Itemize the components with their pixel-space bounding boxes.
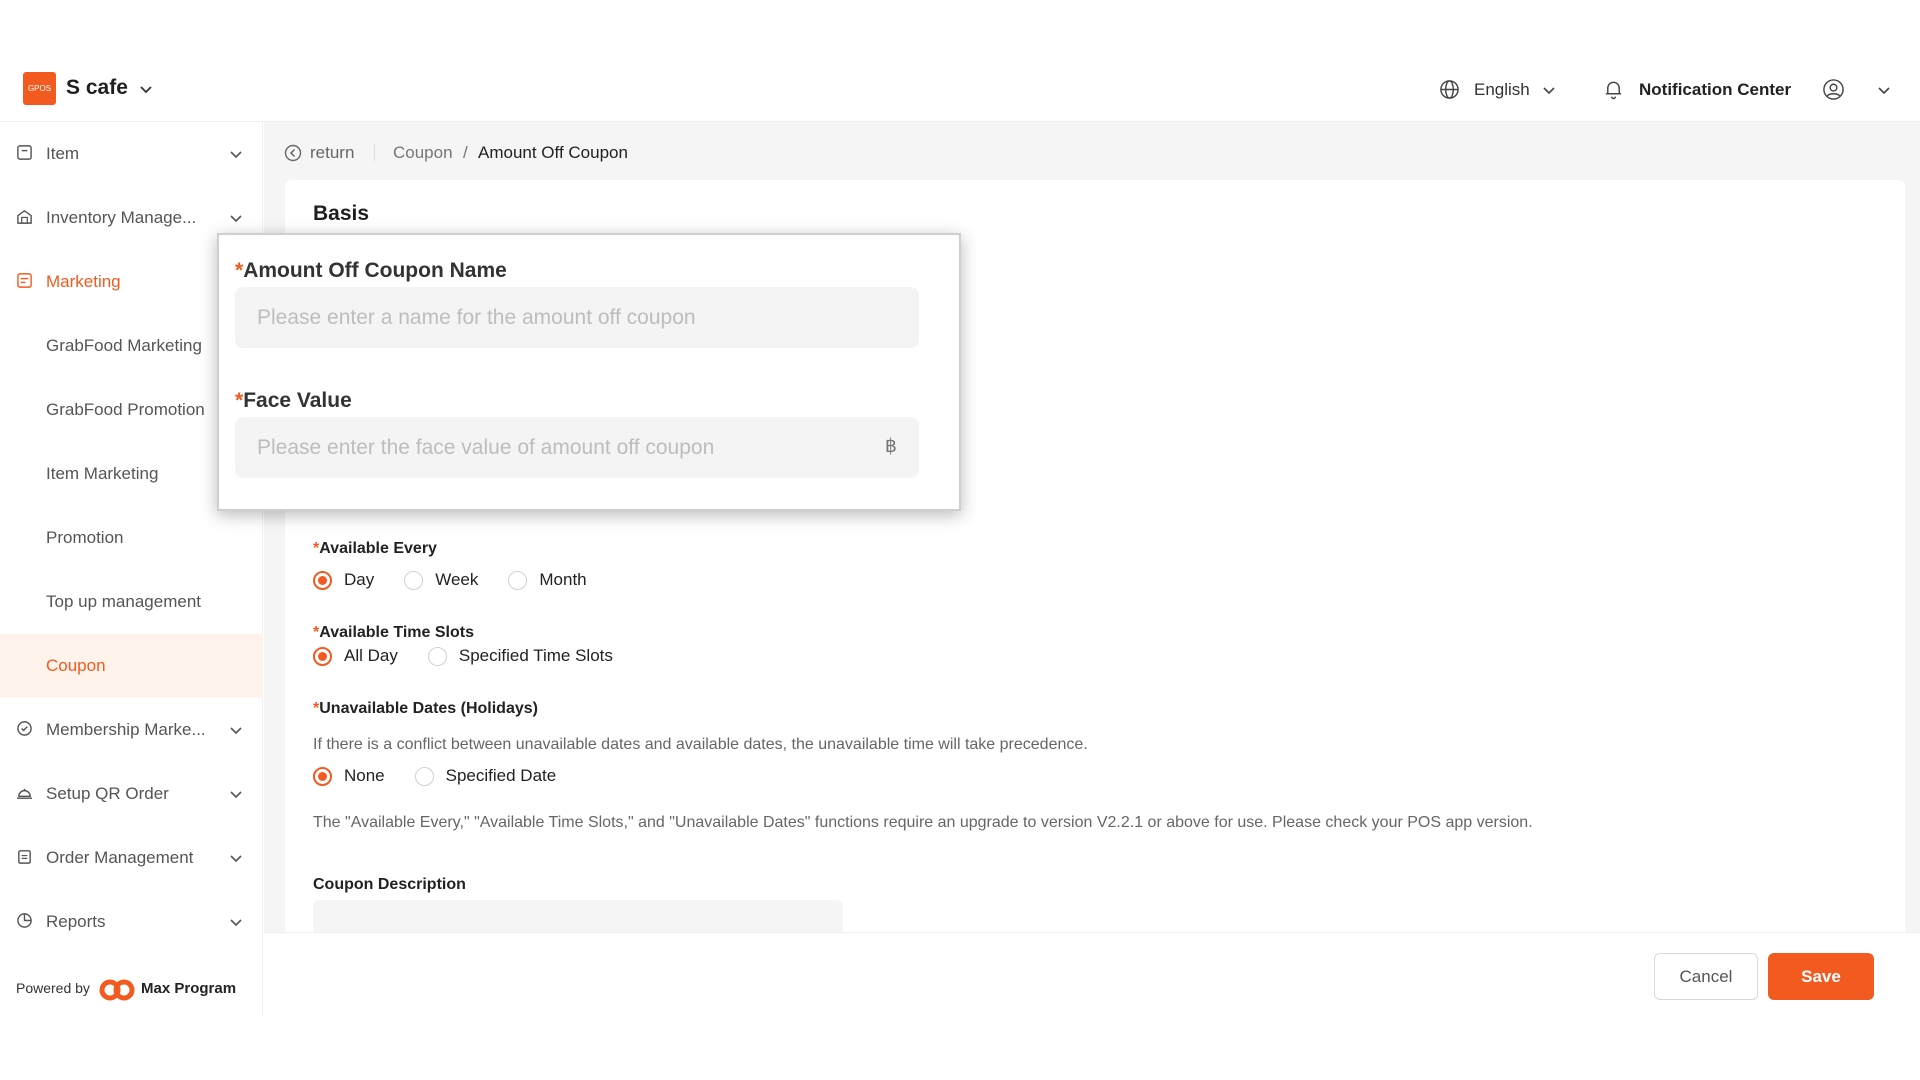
radio-button[interactable] xyxy=(427,646,447,666)
radio-button[interactable] xyxy=(508,570,528,590)
membership-icon xyxy=(17,721,32,736)
radio-specified-date[interactable]: Specified Date xyxy=(414,766,557,786)
radio-week[interactable]: Week xyxy=(404,570,478,590)
chevron-down-icon xyxy=(230,791,242,799)
sidebar-item-coupon[interactable]: Coupon xyxy=(0,634,263,698)
notification-center-link[interactable]: Notification Center xyxy=(1639,80,1791,100)
radio-button[interactable] xyxy=(404,570,424,590)
radio-none[interactable]: None xyxy=(313,766,385,786)
radio-button[interactable] xyxy=(313,646,332,666)
marketing-icon xyxy=(17,273,32,288)
sidebar-item-qr-order[interactable]: Setup QR Order xyxy=(0,762,263,826)
radio-day[interactable]: Day xyxy=(313,570,374,590)
sidebar-item-label: GrabFood Promotion xyxy=(46,400,205,419)
sidebar-item-label: Coupon xyxy=(46,656,106,675)
sidebar-item-membership[interactable]: Membership Marke... xyxy=(0,698,263,762)
sidebar-item-label: Membership Marke... xyxy=(46,720,206,739)
radio-all-day[interactable]: All Day xyxy=(313,646,398,666)
face-value-input[interactable]: Please enter the face value of amount of… xyxy=(235,417,919,478)
powered-by-label: Powered by xyxy=(16,980,90,996)
radio-label: Month xyxy=(539,570,587,589)
sidebar-item-top-up[interactable]: Top up management xyxy=(0,570,263,634)
bell-icon[interactable] xyxy=(1603,78,1624,100)
radio-button[interactable] xyxy=(414,766,434,786)
max-program-brand: Max Program xyxy=(141,980,237,997)
app-logo: GPOS xyxy=(23,72,56,105)
sidebar-item-label: GrabFood Marketing xyxy=(46,336,202,355)
baht-currency-icon: ฿ xyxy=(884,436,897,457)
radio-button[interactable] xyxy=(313,766,332,786)
chevron-down-icon xyxy=(230,215,242,223)
breadcrumb-separator: / xyxy=(463,143,468,162)
radio-label: Day xyxy=(344,570,375,589)
time-slots-label: *Available Time Slots xyxy=(313,624,474,641)
chevron-down-icon[interactable] xyxy=(138,81,154,97)
sidebar-item-promotion[interactable]: Promotion xyxy=(0,506,263,570)
available-every-label: *Available Every xyxy=(313,540,437,557)
radio-label: Specified Time Slots xyxy=(458,646,613,665)
breadcrumb-current: Amount Off Coupon xyxy=(478,143,628,162)
highlight-zoom-panel: *Amount Off Coupon Name Please enter a n… xyxy=(217,233,961,511)
unavailable-dates-radio-group: None Specified Date xyxy=(313,766,586,786)
radio-label: Specified Date xyxy=(445,766,557,785)
cancel-button[interactable]: Cancel xyxy=(1654,953,1758,1000)
item-icon xyxy=(17,145,32,160)
radio-specified-time-slots[interactable]: Specified Time Slots xyxy=(427,646,613,666)
app-window: GPOS S cafe English Notification Center … xyxy=(0,0,1920,1080)
pie-chart-icon xyxy=(17,913,32,928)
coupon-name-label: *Amount Off Coupon Name xyxy=(235,259,507,282)
return-icon[interactable] xyxy=(284,144,302,162)
sidebar-item-label: Top up management xyxy=(46,592,201,611)
sidebar-item-label: Order Management xyxy=(46,848,194,867)
form-footer: Cancel Save xyxy=(264,932,1920,1017)
sidebar-item-label: Item xyxy=(46,144,80,163)
breadcrumb-coupon-link[interactable]: Coupon xyxy=(393,143,453,163)
radio-label: Week xyxy=(435,570,479,589)
globe-icon[interactable] xyxy=(1439,79,1460,100)
breadcrumb-divider xyxy=(374,144,375,161)
clipboard-icon xyxy=(18,850,31,864)
warehouse-icon xyxy=(17,209,32,224)
available-every-radio-group: Day Week Month xyxy=(313,570,617,590)
chevron-down-icon xyxy=(230,151,242,159)
radio-label: All Day xyxy=(344,646,398,665)
radio-label: None xyxy=(344,766,385,785)
sidebar-item-label: Item Marketing xyxy=(46,464,159,483)
sidebar-item-label: Reports xyxy=(46,912,106,931)
return-link[interactable]: return xyxy=(310,143,354,163)
coupon-name-input[interactable]: Please enter a name for the amount off c… xyxy=(235,287,919,348)
store-name[interactable]: S cafe xyxy=(66,76,128,100)
section-title-basis: Basis xyxy=(313,202,370,225)
unavailable-dates-hint: If there is a conflict between unavailab… xyxy=(313,736,1088,753)
sidebar-item-item[interactable]: Item xyxy=(0,122,263,186)
face-value-label: *Face Value xyxy=(235,389,352,412)
sidebar-item-label: Setup QR Order xyxy=(46,784,169,803)
max-program-logo-icon xyxy=(99,979,135,1001)
coupon-description-label: Coupon Description xyxy=(313,876,466,893)
face-value-placeholder: Please enter the face value of amount of… xyxy=(257,435,715,459)
save-button[interactable]: Save xyxy=(1768,953,1874,1000)
time-slots-radio-group: All Day Specified Time Slots xyxy=(313,646,643,666)
sidebar-item-reports[interactable]: Reports xyxy=(0,890,263,954)
radio-button[interactable] xyxy=(313,570,332,590)
chevron-down-icon xyxy=(230,727,242,735)
radio-month[interactable]: Month xyxy=(508,570,587,590)
sidebar-item-label: Marketing xyxy=(46,272,121,291)
unavailable-dates-label: *Unavailable Dates (Holidays) xyxy=(313,700,538,717)
user-avatar-icon[interactable] xyxy=(1822,78,1845,101)
required-mark: * xyxy=(235,389,244,412)
chevron-down-icon xyxy=(230,855,242,863)
chevron-down-icon[interactable] xyxy=(1876,82,1892,98)
coupon-name-placeholder: Please enter a name for the amount off c… xyxy=(257,305,696,329)
required-mark: * xyxy=(235,259,244,282)
sidebar-item-label: Inventory Manage... xyxy=(46,208,197,227)
sidebar-item-order-management[interactable]: Order Management xyxy=(0,826,263,890)
chevron-down-icon xyxy=(230,919,242,927)
sidebar-item-label: Promotion xyxy=(46,528,124,547)
top-bar: GPOS S cafe English Notification Center xyxy=(0,56,1920,122)
chevron-down-icon[interactable] xyxy=(1541,82,1557,98)
bell-service-icon xyxy=(16,788,33,799)
version-note: The "Available Every," "Available Time S… xyxy=(313,814,1533,831)
language-selector[interactable]: English xyxy=(1474,80,1530,100)
